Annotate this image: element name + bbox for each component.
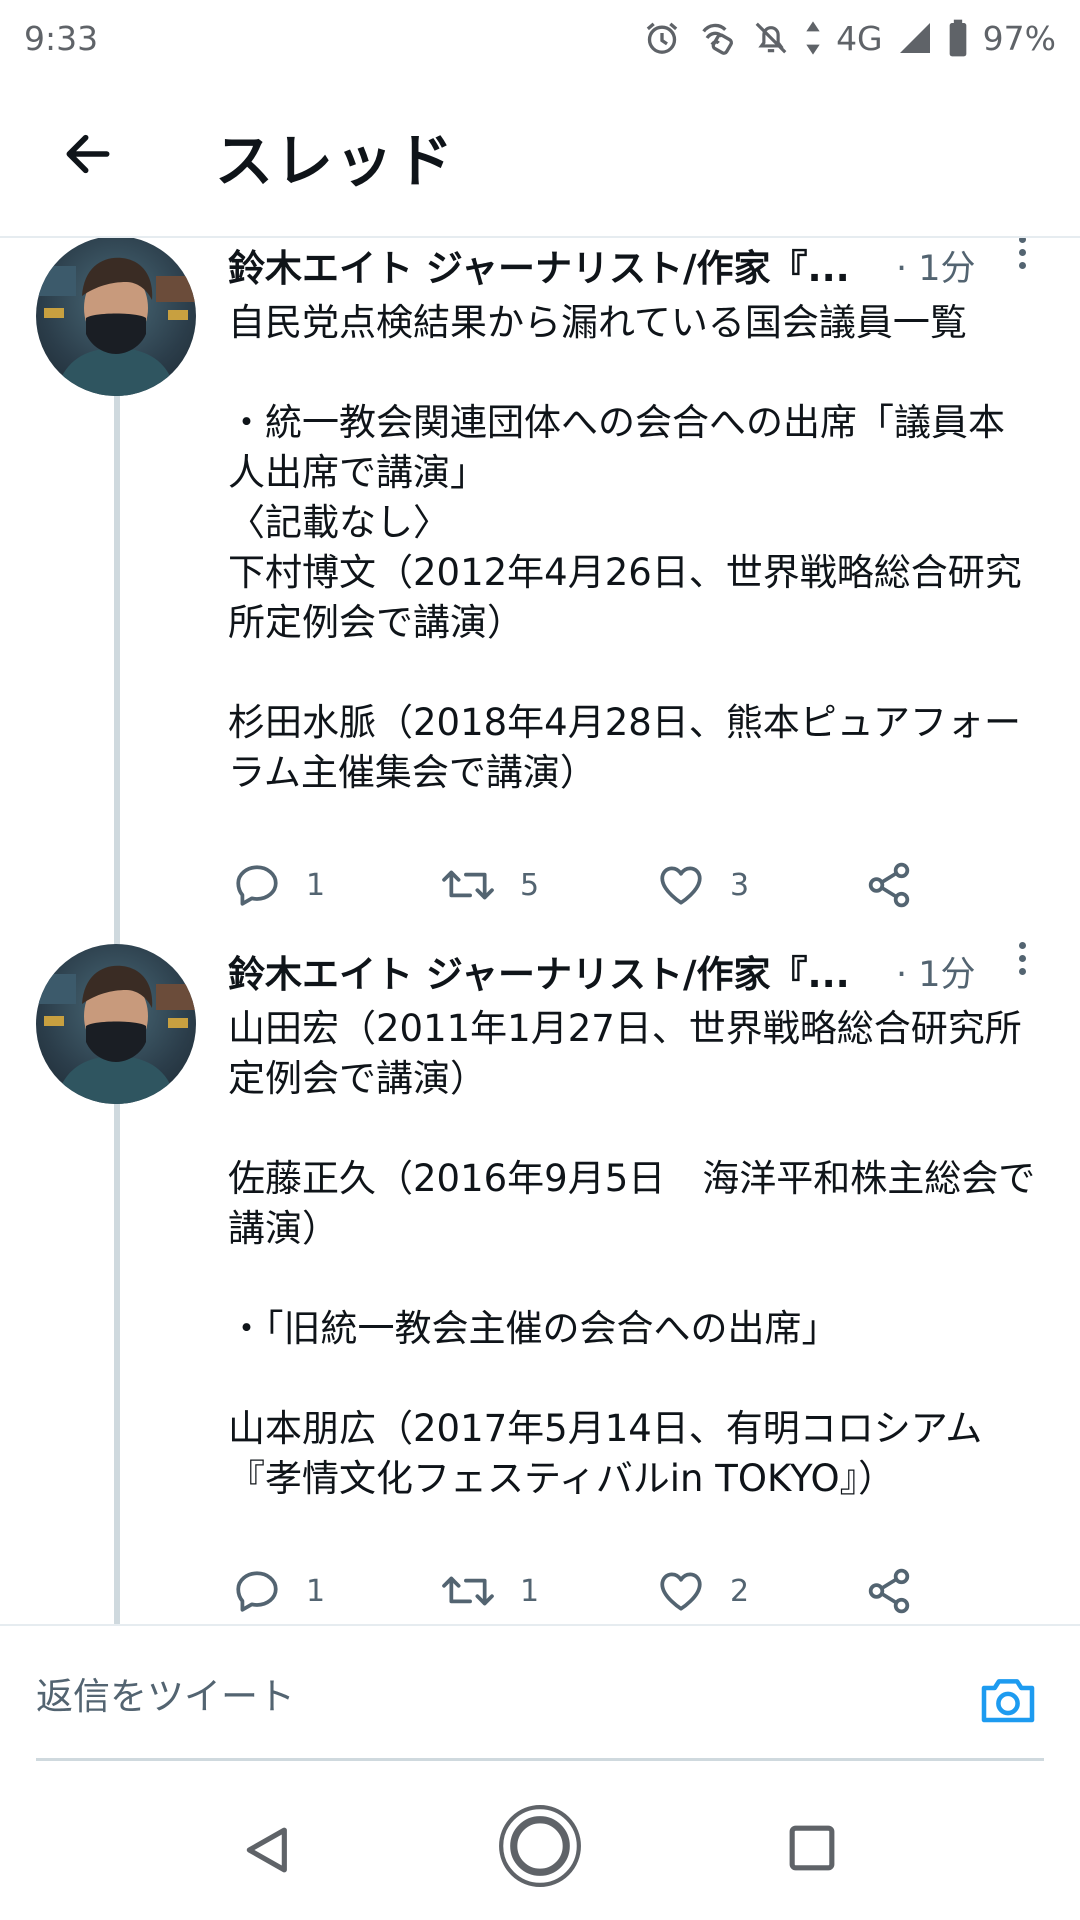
reply-count: 1 [306,1573,326,1609]
retweet-count: 5 [520,867,540,903]
more-options-icon[interactable] [1012,238,1032,282]
tweet-text-line: 山本朋広（2017年5月14日、有明コロシアム [228,1407,983,1450]
alarm-icon [642,18,682,58]
like-button[interactable]: 2 [656,1556,749,1624]
home-circle-icon [499,1805,581,1887]
tweet-text-line: 『孝情文化フェスティバルin TOKYO』） [228,1457,896,1500]
like-button[interactable]: 3 [656,850,749,920]
battery-percent: 97% [982,18,1056,58]
reply-divider [36,1758,1044,1761]
page-title: スレッド [215,127,456,195]
tweet-text-line: 山田宏（2011年1月27日、世界戦略総合研究所 [228,1007,1022,1050]
nav-home-button[interactable] [498,1804,582,1892]
share-button[interactable] [864,850,914,920]
author-name[interactable]: 鈴木エイト ジャーナリスト/作家『... [228,238,868,292]
reply-input[interactable]: 返信をツイート [36,1666,916,1726]
tweet-text-line: ・統一教会関連団体への会合への出席「議員本 [228,401,1005,444]
tweet-text-line [228,648,1048,698]
status-time: 9:33 [24,18,99,58]
tweet-text-line: 自民党点検結果から漏れている国会議員一覧 [228,301,967,344]
share-icon [868,862,910,908]
retweet-count: 1 [520,1573,540,1609]
tweet-text-line: 講演） [228,1207,339,1250]
retweet-icon [442,870,494,900]
tweet-text-line [228,348,1048,398]
system-nav-bar [0,1780,1080,1920]
tweet-actions: 1 1 2 [228,1556,1048,1624]
status-bar: 9:33 4G 97% [0,0,1080,76]
tweet-text-line [228,1354,1048,1404]
share-icon [868,1568,910,1614]
tweet-text-line: 所定例会で講演） [228,601,524,644]
tweet-text-line: ラム主催集会で講演） [228,751,597,794]
data-arrows-icon [804,18,822,58]
retweet-button[interactable]: 5 [440,850,539,920]
like-count: 2 [730,1573,750,1609]
like-count: 3 [730,867,750,903]
tweet-text-line [228,1254,1048,1304]
reply-count: 1 [306,867,326,903]
thread-connector-line [114,333,120,931]
tweet-text: 自民党点検結果から漏れている国会議員一覧 ・統一教会関連団体への会合への出席「議… [228,298,1048,798]
tweet-text-line: 佐藤正久（2016年9月5日 海洋平和株主総会で [228,1157,1036,1200]
tweet-timestamp: · 1分 [896,249,976,289]
reply-icon [236,865,278,906]
nfc-icon [696,18,738,58]
tweet-header: 鈴木エイト ジャーナリスト/作家『... · 1分 [228,942,1060,996]
nav-recents-button[interactable] [784,1820,840,1880]
tweet-text-line [228,1104,1048,1154]
heart-icon [660,866,702,905]
tweet-actions: 1 5 3 [228,850,1048,920]
app-header: スレッド [0,76,1080,238]
avatar[interactable] [36,944,196,1104]
more-options-icon[interactable] [1012,938,1032,988]
tweet-text-line: 人出席で講演」 [228,451,487,494]
author-name[interactable]: 鈴木エイト ジャーナリスト/作家『... [228,944,868,998]
reply-button[interactable]: 1 [232,850,325,920]
tweet-text-line: 定例会で講演） [228,1057,487,1100]
reply-icon [236,1571,278,1612]
back-arrow-icon [66,134,110,174]
share-button[interactable] [864,1556,914,1624]
tweet-text: 山田宏（2011年1月27日、世界戦略総合研究所 定例会で講演） 佐藤正久（20… [228,1004,1048,1504]
avatar[interactable] [36,238,196,396]
square-recents-icon [789,1825,835,1871]
tweet-text-line: ・「旧統一教会主催の会合への出席」 [228,1307,839,1350]
reply-bar: 返信をツイート [0,1624,1080,1764]
retweet-button[interactable]: 1 [440,1556,539,1624]
status-icons: 4G 97% [642,18,1056,58]
camera-icon [981,1679,1035,1723]
notifications-off-icon [752,18,790,58]
back-button[interactable] [52,118,124,190]
tweet-text-line: 杉田水脈（2018年4月28日、熊本ピュアフォー [228,701,1022,744]
tweet-text-line: 下村博文（2012年4月26日、世界戦略総合研究 [228,551,1022,594]
retweet-icon [442,1576,494,1606]
tweet-header: 鈴木エイト ジャーナリスト/作家『... · 1分 [228,238,1060,290]
tweet-timestamp: · 1分 [896,955,976,995]
battery-icon [947,18,969,58]
tweet-text-line: 〈記載なし〉 [228,501,450,544]
triangle-back-icon [246,1827,287,1873]
heart-icon [660,1572,702,1611]
reply-button[interactable]: 1 [232,1556,325,1624]
signal-icon [897,20,933,56]
camera-button[interactable] [976,1668,1040,1732]
nav-back-button[interactable] [240,1820,296,1884]
thread-list[interactable]: 鈴木エイト ジャーナリスト/作家『... · 1分 自民党点検結果から漏れている… [0,238,1080,1624]
network-type: 4G [836,18,883,58]
